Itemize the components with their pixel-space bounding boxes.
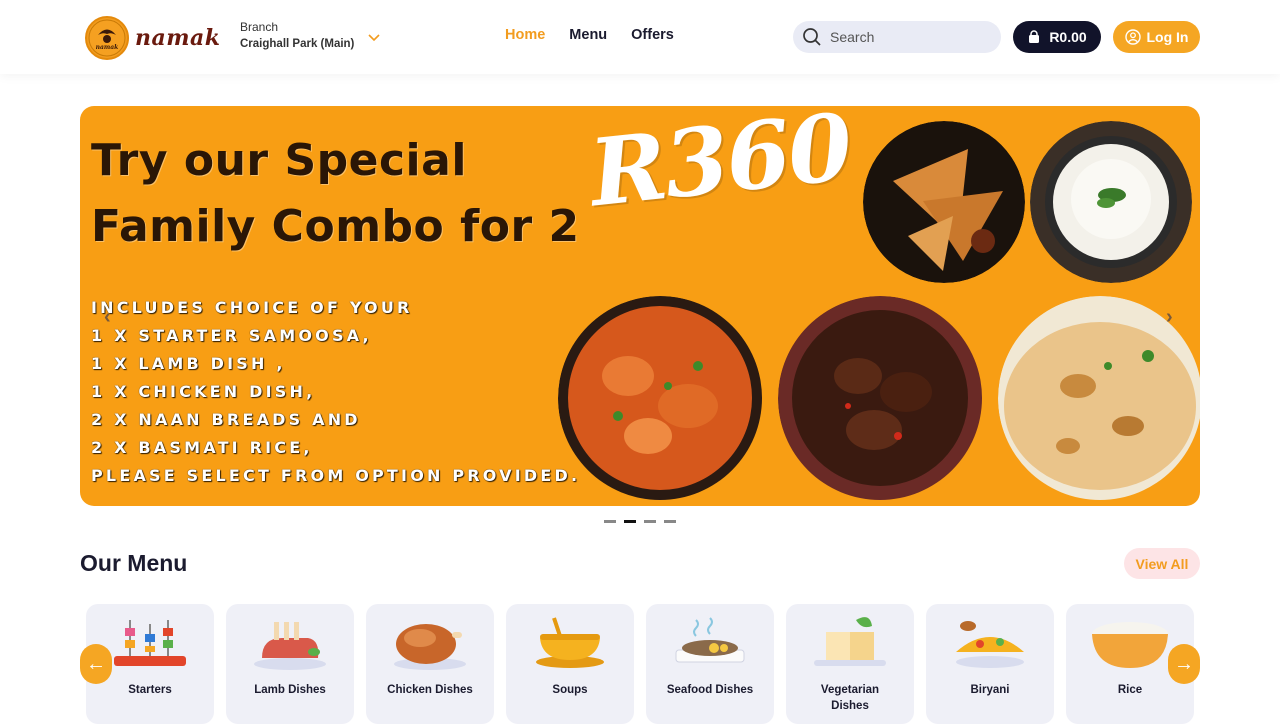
rice-bowl-icon <box>1092 622 1168 668</box>
logo-badge-text: namak <box>96 44 119 51</box>
category-list: Starters Lamb Dishes Chicken Dishes Soup… <box>86 604 1194 724</box>
login-button[interactable]: Log In <box>1113 21 1200 53</box>
logo-badge-icon: namak <box>85 16 129 60</box>
category-label: Lamb Dishes <box>254 684 326 696</box>
banner-line: PLEASE SELECT FROM OPTION PROVIDED. <box>91 466 581 485</box>
cart-button[interactable]: R0.00 <box>1013 21 1101 53</box>
nav-home[interactable]: Home <box>505 27 545 43</box>
banner-line: 1 X CHICKEN DISH, <box>91 382 316 401</box>
login-label: Log In <box>1146 29 1189 45</box>
cart-total: R0.00 <box>1049 29 1087 45</box>
banner-line: INCLUDES CHOICE OF YOUR <box>91 298 413 317</box>
category-label: Vegetarian Dishes <box>820 684 880 712</box>
category-label: Seafood Dishes <box>666 684 754 696</box>
search-icon <box>803 28 821 46</box>
category-label: Rice <box>1117 684 1143 696</box>
nav-menu[interactable]: Menu <box>569 27 607 43</box>
category-card-seafood[interactable]: Seafood Dishes <box>646 604 774 724</box>
banner-line: 1 X STARTER SAMOOSA, <box>91 326 372 345</box>
rice-image <box>1030 121 1192 283</box>
banner-details: INCLUDES CHOICE OF YOUR 1 X STARTER SAMO… <box>91 294 580 490</box>
banner-title: Try our Special Family Combo for 2 <box>91 128 580 260</box>
lamb-curry-image <box>778 296 983 501</box>
samoosa-image <box>863 121 1025 283</box>
chevron-down-icon[interactable] <box>367 30 381 44</box>
category-card-vegetarian[interactable]: Vegetarian Dishes <box>786 604 914 724</box>
category-card-biryani[interactable]: Biryani <box>926 604 1054 724</box>
carousel-dot[interactable] <box>664 520 676 523</box>
banner-title-line2: Family Combo for 2 <box>91 201 580 252</box>
biryani-icon <box>956 621 1024 668</box>
branch-selector[interactable]: Branch Craighall Park (Main) <box>240 20 354 50</box>
seafood-platter-icon <box>675 617 745 663</box>
main-nav: Home Menu Offers <box>505 27 674 43</box>
lamb-rack-icon <box>254 622 326 670</box>
banner-line: 2 X NAAN BREADS AND <box>91 410 361 429</box>
soup-bowl-icon <box>536 617 604 668</box>
view-all-button[interactable]: View All <box>1124 548 1200 579</box>
category-card-soups[interactable]: Soups <box>506 604 634 724</box>
site-header: namak namak Branch Craighall Park (Main)… <box>0 0 1280 74</box>
carousel-dot[interactable] <box>604 520 616 523</box>
banner-line: 2 X BASMATI RICE, <box>91 438 313 457</box>
search-bar[interactable] <box>793 21 1001 53</box>
banner-line: 1 X LAMB DISH , <box>91 354 286 373</box>
category-prev-button[interactable]: ← <box>80 644 112 684</box>
category-label: Chicken Dishes <box>387 684 473 696</box>
category-card-chicken[interactable]: Chicken Dishes <box>366 604 494 724</box>
menu-section-title: Our Menu <box>80 550 188 576</box>
promo-banner[interactable]: Try our Special Family Combo for 2 R360 … <box>80 106 1200 506</box>
branch-value: Craighall Park (Main) <box>240 38 355 50</box>
search-input[interactable] <box>830 29 980 45</box>
skewers-icon <box>114 620 186 666</box>
carousel-dot-active[interactable] <box>624 520 636 523</box>
tofu-icon <box>814 617 886 666</box>
branch-label: Branch <box>240 20 279 34</box>
carousel-dot[interactable] <box>644 520 656 523</box>
banner-price: R360 <box>585 106 856 228</box>
banner-title-line1: Try our Special <box>91 135 467 186</box>
brand-name: namak <box>135 25 221 51</box>
category-label: Starters <box>128 684 172 696</box>
category-label: Soups <box>552 684 588 696</box>
brand-logo[interactable]: namak namak <box>85 15 220 61</box>
banner-next-arrow[interactable]: › <box>1166 306 1173 329</box>
user-circle-icon <box>1124 29 1141 45</box>
category-label: Biryani <box>970 684 1010 696</box>
shopping-bag-icon <box>1029 30 1040 43</box>
category-next-button[interactable]: → <box>1168 644 1200 684</box>
category-card-lamb[interactable]: Lamb Dishes <box>226 604 354 724</box>
nav-offers[interactable]: Offers <box>631 27 674 43</box>
roast-chicken-icon <box>394 624 466 670</box>
chicken-curry-image <box>558 296 763 501</box>
banner-prev-arrow[interactable]: ‹ <box>104 306 111 329</box>
carousel-indicators <box>604 520 676 523</box>
